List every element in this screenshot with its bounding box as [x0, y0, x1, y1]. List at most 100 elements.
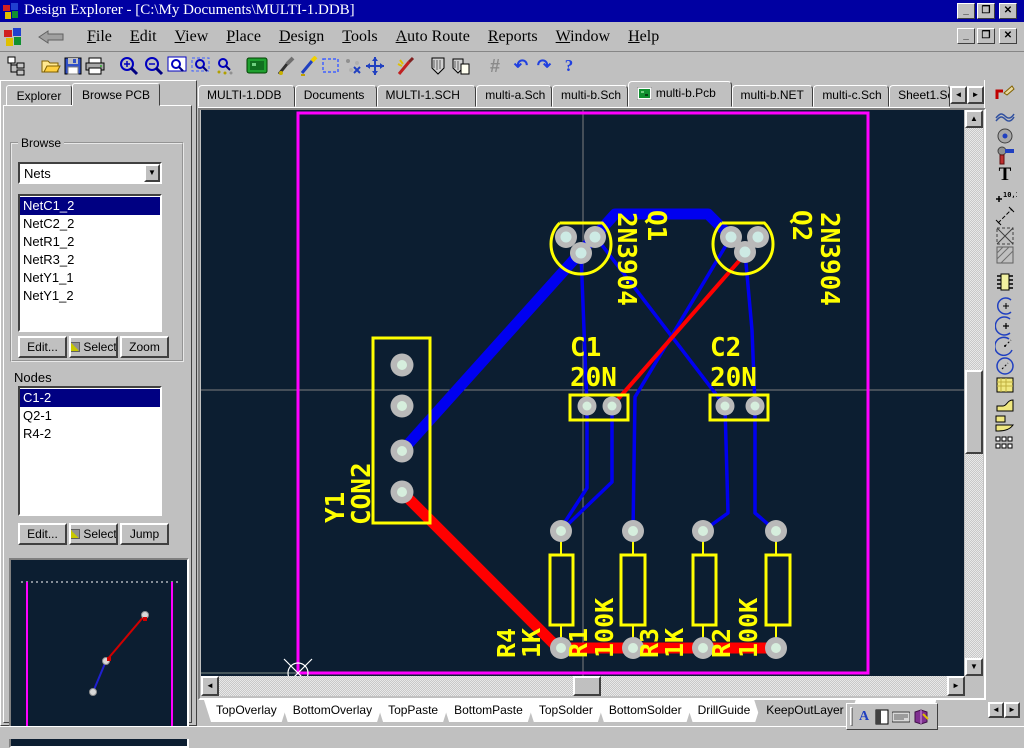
help-book-icon[interactable] — [913, 709, 929, 725]
restore-button[interactable]: ❐ — [977, 3, 995, 19]
list-item[interactable]: NetC1_2 — [20, 197, 160, 215]
library-icon[interactable] — [427, 55, 449, 77]
nets-list[interactable]: NetC1_2 NetC2_2 NetR1_2 NetR3_2 NetY1_1 … — [18, 194, 162, 332]
net-zoom-button[interactable]: Zoom — [120, 336, 169, 358]
select-area-icon[interactable] — [320, 55, 342, 77]
redo-icon[interactable]: ↷ — [533, 55, 555, 77]
list-item[interactable]: NetR1_2 — [20, 233, 160, 251]
menu-place[interactable]: Place — [217, 25, 270, 49]
scroll-right-icon[interactable]: ► — [947, 676, 965, 696]
room-tool-icon[interactable] — [993, 226, 1017, 246]
layer-tab[interactable]: BottomPaste — [442, 700, 535, 722]
via-tool-icon[interactable] — [993, 126, 1017, 146]
close-button[interactable]: ✕ — [999, 3, 1017, 19]
zoom-out-icon[interactable] — [143, 55, 165, 77]
menu-view[interactable]: View — [166, 25, 218, 49]
component-tool-icon[interactable] — [993, 272, 1017, 292]
mdi-restore-button[interactable]: ❐ — [977, 28, 995, 44]
pcb-canvas[interactable]: Q1 2N3904 Q2 2N3904 C1 20N C2 20N Y1 CON… — [201, 110, 964, 676]
fill-tool-icon[interactable] — [993, 245, 1017, 265]
menu-help[interactable]: Help — [619, 25, 668, 49]
scroll-down-icon[interactable]: ▼ — [965, 658, 983, 676]
list-item[interactable]: NetC2_2 — [20, 215, 160, 233]
menu-file[interactable]: File — [78, 25, 121, 49]
glue-tool-icon[interactable] — [276, 55, 298, 77]
pad-array-tool-icon[interactable] — [993, 433, 1017, 453]
doc-tabs-scroll-right-icon[interactable]: ► — [967, 86, 984, 104]
interactive-routing-icon[interactable] — [993, 84, 1017, 104]
doc-tab[interactable]: Sheet1.Sch — [889, 85, 950, 107]
menu-reports[interactable]: Reports — [479, 25, 547, 49]
node-jump-button[interactable]: Jump — [120, 523, 169, 545]
mdi-minimize-button[interactable]: _ — [957, 28, 975, 44]
arc-center-tool-icon[interactable] — [993, 316, 1017, 336]
wizard-icon[interactable] — [394, 55, 416, 77]
node-edit-button[interactable]: Edit... — [18, 523, 67, 545]
polygon-plane-tool-icon[interactable] — [993, 394, 1017, 414]
layer-tab[interactable]: TopPaste — [376, 700, 450, 722]
dimension-tool-icon[interactable] — [993, 206, 1017, 226]
library-doc-icon[interactable] — [449, 55, 471, 77]
doc-tabs-scroll-left-icon[interactable]: ◄ — [950, 86, 967, 104]
zoom-in-icon[interactable] — [118, 55, 140, 77]
print-icon[interactable] — [84, 55, 106, 77]
tab-explorer[interactable]: Explorer — [6, 85, 72, 106]
tab-browse-pcb[interactable]: Browse PCB — [72, 83, 160, 106]
layer-tab[interactable]: BottomSolder — [597, 700, 694, 722]
scroll-up-icon[interactable]: ▲ — [965, 110, 983, 128]
list-item[interactable]: NetY1_2 — [20, 287, 160, 305]
doc-tab[interactable]: multi-a.Sch — [476, 85, 552, 107]
net-select-button[interactable]: Select — [69, 336, 118, 358]
list-item[interactable]: NetY1_1 — [20, 269, 160, 287]
pad-tool-icon[interactable] — [993, 146, 1017, 166]
list-item[interactable]: C1-2 — [20, 389, 160, 407]
menu-edit[interactable]: Edit — [121, 25, 166, 49]
net-edit-button[interactable]: Edit... — [18, 336, 67, 358]
layer-tab[interactable]: TopOverlay — [204, 700, 289, 722]
doc-tab-active[interactable]: multi-b.Pcb — [628, 81, 732, 107]
list-item[interactable]: Q2-1 — [20, 407, 160, 425]
text-find-icon[interactable]: A — [856, 709, 872, 725]
layer-tab[interactable]: DrillGuide — [686, 700, 763, 722]
open-icon[interactable] — [40, 55, 62, 77]
menu-window[interactable]: Window — [547, 25, 619, 49]
zoom-board-icon[interactable] — [190, 55, 212, 77]
list-item[interactable]: NetR3_2 — [20, 251, 160, 269]
scroll-left-icon[interactable]: ◄ — [201, 676, 219, 696]
board-preview[interactable] — [9, 558, 189, 748]
keyboard-icon[interactable] — [892, 711, 910, 723]
save-icon[interactable] — [62, 55, 84, 77]
doc-tab[interactable]: MULTI-1.SCH — [377, 85, 477, 107]
node-select-button[interactable]: Select — [69, 523, 118, 545]
track-tool-icon[interactable] — [993, 106, 1017, 126]
undo-icon[interactable]: ↶ — [510, 55, 532, 77]
fill-rect-tool-icon[interactable] — [993, 375, 1017, 395]
minimize-button[interactable]: _ — [957, 3, 975, 19]
browse-mode-dropdown-icon[interactable]: ▼ — [144, 164, 160, 182]
circle-tool-icon[interactable] — [993, 356, 1017, 376]
doc-tab[interactable]: multi-b.NET — [732, 85, 814, 107]
h-scrollbar[interactable]: ◄ ► — [201, 676, 965, 696]
toolbar-grip[interactable] — [850, 707, 853, 726]
layer-tab[interactable]: TopSolder — [527, 700, 605, 722]
menu-design[interactable]: Design — [270, 25, 333, 49]
h-scroll-thumb[interactable] — [573, 676, 601, 696]
arc-edge-tool-icon[interactable] — [993, 296, 1017, 316]
layer-tabs-scroll-left-icon[interactable]: ◄ — [988, 702, 1004, 718]
panel-toggle-icon[interactable] — [875, 709, 889, 725]
explorer-toggle-icon[interactable] — [6, 55, 28, 77]
doc-tab[interactable]: Documents — [295, 85, 377, 107]
help-icon[interactable]: ? — [558, 55, 580, 77]
zoom-window-icon[interactable] — [166, 55, 188, 77]
coordinate-tool-icon[interactable]: 10,10 — [993, 186, 1017, 206]
mdi-close-button[interactable]: ✕ — [999, 28, 1017, 44]
highlight-pen-icon[interactable] — [298, 55, 320, 77]
move-selection-icon[interactable] — [342, 55, 364, 77]
back-arrow-icon[interactable] — [38, 30, 64, 44]
v-scroll-thumb[interactable] — [965, 370, 983, 454]
v-scrollbar[interactable]: ▲ ▼ — [965, 110, 983, 676]
board-view-icon[interactable] — [246, 55, 268, 77]
document-logo-icon[interactable] — [4, 28, 22, 46]
grid-icon[interactable]: # — [484, 55, 506, 77]
doc-tab[interactable]: multi-b.Sch — [552, 85, 628, 107]
